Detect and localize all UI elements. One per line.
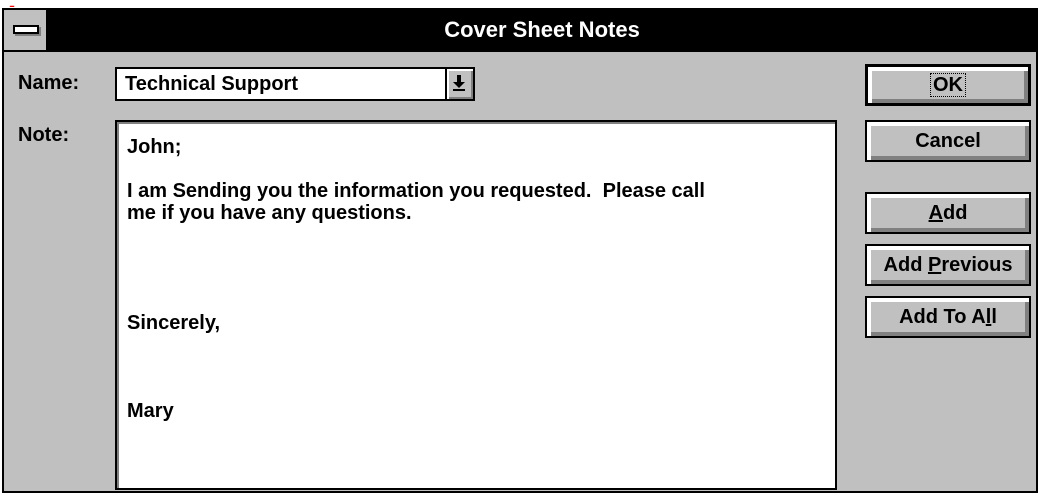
note-textarea[interactable]: John; I am Sending you the information yo… xyxy=(115,120,837,490)
note-label: Note: xyxy=(18,124,70,146)
ok-button[interactable]: OK xyxy=(865,64,1031,106)
note-line xyxy=(127,268,825,290)
note-line xyxy=(127,334,825,356)
note-line: John; xyxy=(127,136,182,158)
cover-sheet-notes-dialog: Cover Sheet Notes Name: Technical Suppor… xyxy=(2,8,1038,493)
title-bar[interactable]: Cover Sheet Notes xyxy=(4,10,1036,52)
add-button[interactable]: Add xyxy=(865,192,1031,234)
note-line: me if you have any questions. xyxy=(127,202,412,224)
system-menu-icon[interactable] xyxy=(4,10,48,50)
note-line: Sincerely, xyxy=(127,312,221,334)
note-line xyxy=(127,356,825,378)
note-line xyxy=(127,290,825,312)
top-red-strip: ـ xyxy=(0,0,1042,8)
add-previous-button[interactable]: Add Previous xyxy=(865,244,1031,286)
note-line xyxy=(127,246,825,268)
name-combobox[interactable]: Technical Support xyxy=(115,67,475,101)
cancel-button[interactable]: Cancel xyxy=(865,120,1031,162)
note-line: Mary xyxy=(127,400,174,422)
add-to-all-button[interactable]: Add To All xyxy=(865,296,1031,338)
cancel-button-label: Cancel xyxy=(915,130,981,152)
note-line xyxy=(127,378,825,400)
note-line: I am Sending you the information you req… xyxy=(127,180,705,202)
name-label: Name: xyxy=(18,72,80,94)
note-line xyxy=(127,158,825,180)
window-title: Cover Sheet Notes xyxy=(444,17,640,42)
note-line xyxy=(127,224,825,246)
ok-button-label: OK xyxy=(930,73,966,97)
dropdown-arrow-icon[interactable] xyxy=(445,69,473,99)
name-combobox-value: Technical Support xyxy=(125,73,298,95)
